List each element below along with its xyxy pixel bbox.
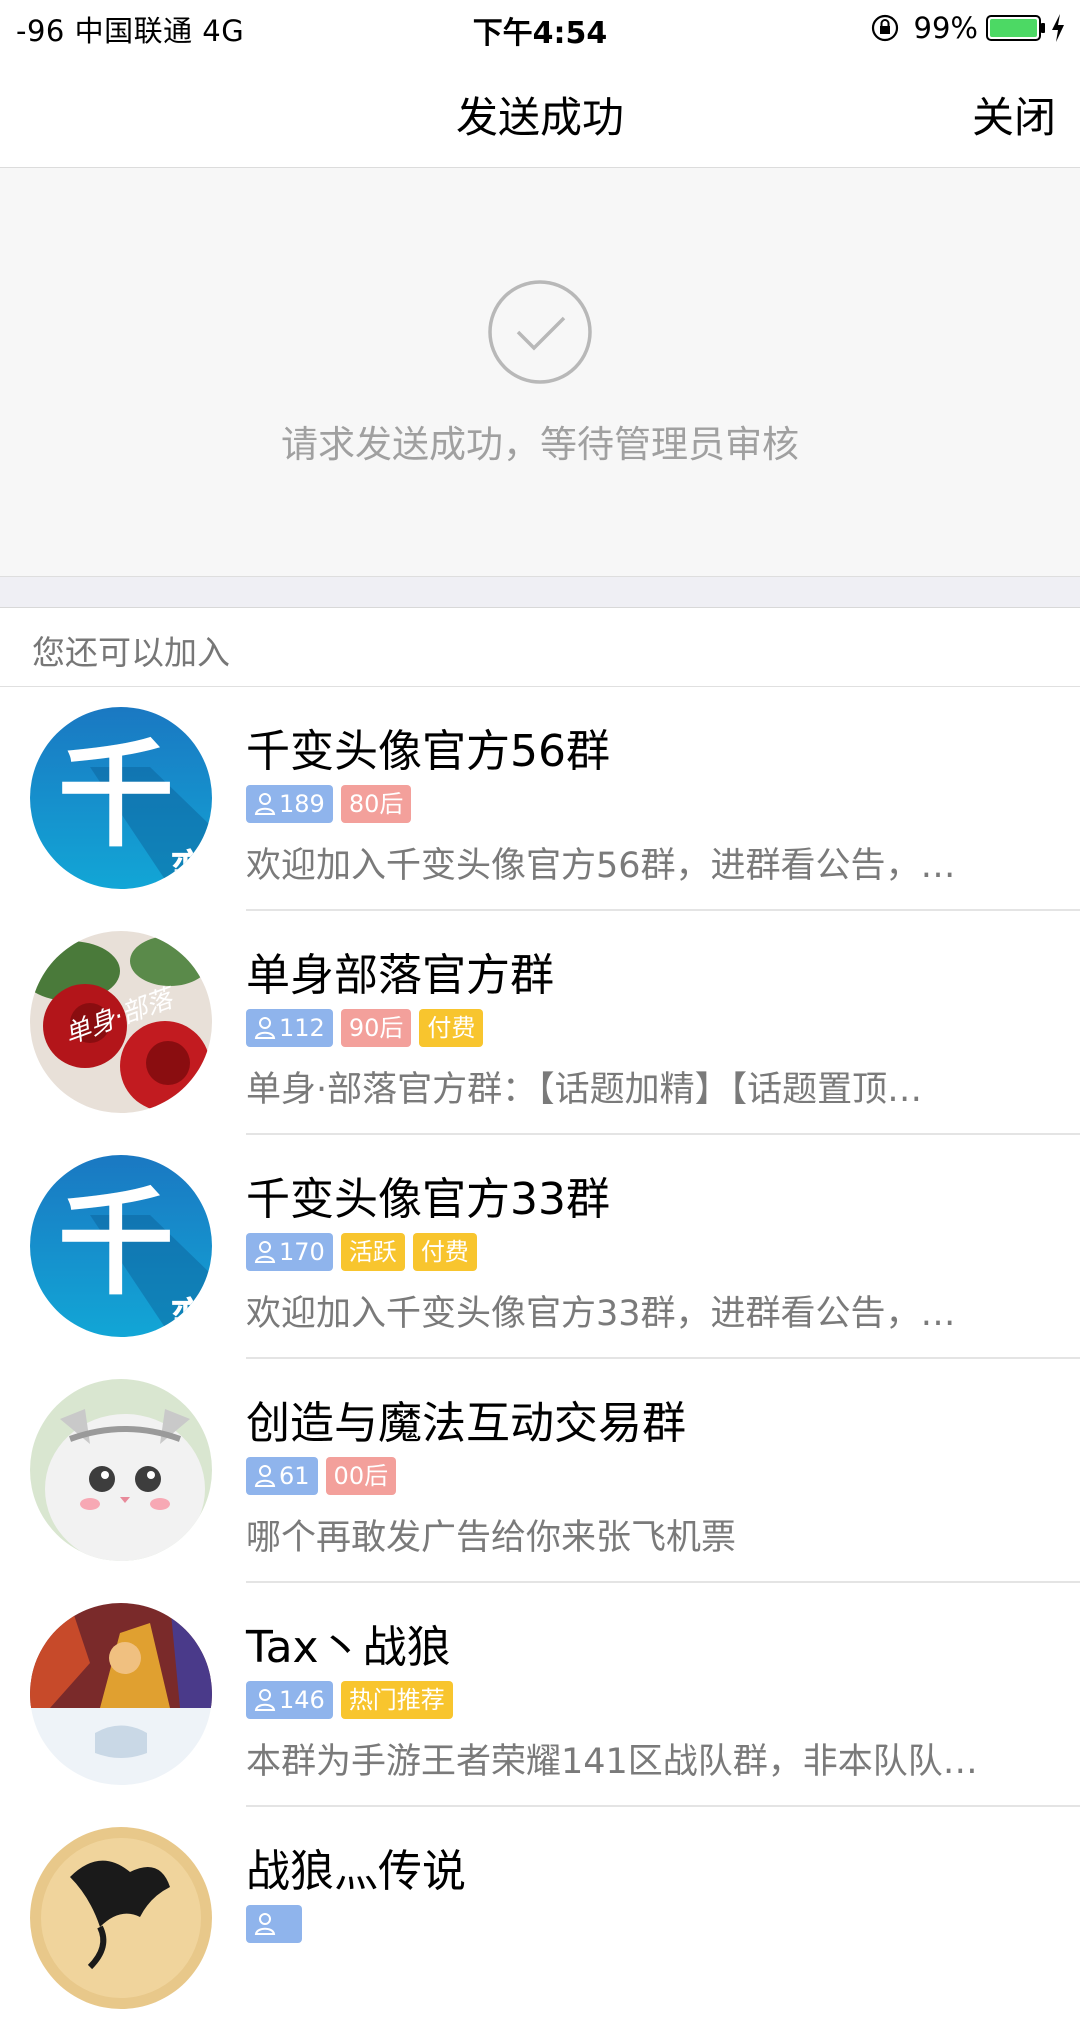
tag-badge: 00后 [325, 1457, 397, 1495]
member-count-badge [246, 1905, 302, 1943]
person-icon [254, 1913, 276, 1935]
group-name: 创造与魔法互动交易群 [246, 1398, 686, 1449]
tag-badge: 90后 [340, 1009, 412, 1047]
group-avatar: 单身·部落 [30, 931, 212, 1113]
group-description: 欢迎加入千变头像官方56群，进群看公告，… [246, 846, 956, 886]
member-count-badge: 170 [246, 1233, 333, 1271]
group-avatar [30, 1827, 212, 2009]
group-description: 本群为手游王者荣耀141区战队群，非本队队… [246, 1742, 978, 1782]
group-name: 单身部落官方群 [246, 950, 554, 1001]
member-count-badge: 61 [246, 1457, 318, 1495]
person-icon [254, 1241, 276, 1263]
success-message: 请求发送成功，等待管理员审核 [281, 423, 799, 466]
group-item[interactable]: 创造与魔法互动交易群 61 00后 哪个再敢发广告给你来张飞机票 [0, 1359, 1080, 1583]
person-icon [254, 793, 276, 815]
person-icon [254, 1017, 276, 1039]
section-header: 您还可以加入 [0, 608, 1080, 687]
group-description: 欢迎加入千变头像官方33群，进群看公告，… [246, 1294, 956, 1334]
group-description: 单身·部落官方群：【话题加精】【话题置顶… [246, 1070, 923, 1110]
tag-badge: 活跃 [340, 1233, 405, 1271]
member-count-badge: 189 [246, 785, 333, 823]
group-tags: 61 00后 [246, 1457, 404, 1495]
svg-text:变: 变 [170, 1295, 210, 1337]
member-count-badge: 146 [246, 1681, 333, 1719]
section-gap [0, 577, 1080, 608]
group-name: Tax丶战狼 [246, 1622, 451, 1673]
tag-badge: 付费 [419, 1009, 484, 1047]
group-item[interactable]: 千 变 千变头像官方56群 189 80后 欢迎加入千变头像官方56群，进群看公… [0, 687, 1080, 911]
lock-rotation-icon [871, 14, 898, 42]
success-panel: 请求发送成功，等待管理员审核 [0, 168, 1080, 577]
close-button[interactable]: 关闭 [972, 84, 1056, 145]
group-item[interactable]: 战狼灬传说 [0, 1807, 1080, 2031]
checkmark-circle-icon [488, 280, 592, 384]
tag-badge: 80后 [340, 785, 412, 823]
group-avatar: 千 变 [30, 1155, 212, 1337]
group-tags: 112 90后 付费 [246, 1009, 491, 1047]
person-icon [254, 1689, 276, 1711]
group-description: 哪个再敢发广告给你来张飞机票 [246, 1518, 737, 1558]
svg-text:千: 千 [58, 728, 174, 863]
group-avatar [30, 1379, 212, 1561]
group-name: 战狼灬传说 [246, 1846, 466, 1897]
group-avatar [30, 1603, 212, 1785]
group-avatar: 千 变 [30, 707, 212, 889]
group-tags [246, 1905, 310, 1943]
status-right: 99% [870, 8, 1066, 48]
member-count-badge: 112 [246, 1009, 333, 1047]
group-name: 千变头像官方33群 [246, 1174, 610, 1225]
navigation-bar: 发送成功 关闭 [0, 56, 1080, 168]
svg-text:千: 千 [58, 1176, 174, 1311]
battery-icon [986, 15, 1045, 41]
group-tags: 146 热门推荐 [246, 1681, 461, 1719]
charging-icon [1052, 14, 1064, 42]
tag-badge: 付费 [412, 1233, 477, 1271]
group-item[interactable]: 千 变 千变头像官方33群 170 活跃 付费 欢迎加入千变头像官方33群，进群… [0, 1135, 1080, 1359]
group-item[interactable]: Tax丶战狼 146 热门推荐 本群为手游王者荣耀141区战队群，非本队队… [0, 1583, 1080, 1807]
section-title: 您还可以加入 [32, 633, 230, 672]
status-bar: -96 中国联通 4G 下午4:54 99% [0, 0, 1080, 56]
battery-percent: 99% [913, 11, 978, 45]
group-item[interactable]: 单身·部落 单身部落官方群 112 90后 付费 单身·部落官方群：【话题加精】… [0, 911, 1080, 1135]
tag-badge: 热门推荐 [340, 1681, 453, 1719]
group-tags: 189 80后 [246, 785, 419, 823]
group-tags: 170 活跃 付费 [246, 1233, 485, 1271]
svg-text:变: 变 [170, 847, 210, 889]
person-icon [254, 1465, 276, 1487]
page-title: 发送成功 [455, 93, 624, 142]
group-name: 千变头像官方56群 [246, 726, 610, 777]
